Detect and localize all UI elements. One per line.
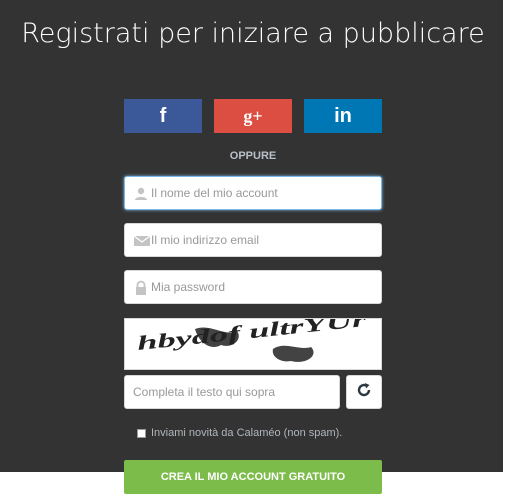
newsletter-label: Inviami novità da Calaméo (non spam). [151,427,343,439]
newsletter-checkbox[interactable] [137,428,146,438]
facebook-login-button[interactable]: f [124,99,202,133]
captcha-image: hbydof ultrYUr [124,309,382,370]
password-input[interactable] [151,271,376,303]
email-input[interactable] [151,224,376,256]
create-account-label: CREA IL MIO ACCOUNT GRATUITO [160,471,346,483]
captcha-input[interactable] [133,376,333,408]
create-account-button[interactable]: CREA IL MIO ACCOUNT GRATUITO [124,460,382,494]
user-icon [133,186,149,202]
linkedin-login-button[interactable]: in [304,99,382,133]
password-field[interactable] [124,270,382,304]
envelope-icon [133,233,151,249]
googleplus-login-button[interactable]: g+ [214,99,292,133]
lock-icon [133,280,149,296]
captcha-field[interactable] [124,375,340,409]
username-input[interactable] [151,177,376,209]
captcha-graphic: hbydof ultrYUr [136,309,368,362]
or-divider: OPPURE [229,150,277,162]
page-title: Registrati per iniziare a pubblicare [21,18,485,49]
googleplus-icon: g+ [243,105,263,126]
signup-panel: Registrati per iniziare a pubblicare f g… [0,0,503,472]
captcha-text: hbydof ultrYUr [136,319,367,355]
username-field[interactable] [124,176,382,210]
email-field[interactable] [124,223,382,257]
linkedin-icon: in [334,104,352,127]
facebook-icon: f [159,104,167,127]
refresh-icon [356,382,372,403]
newsletter-option[interactable]: Inviami novità da Calaméo (non spam). [137,427,342,439]
refresh-captcha-button[interactable] [346,375,382,409]
